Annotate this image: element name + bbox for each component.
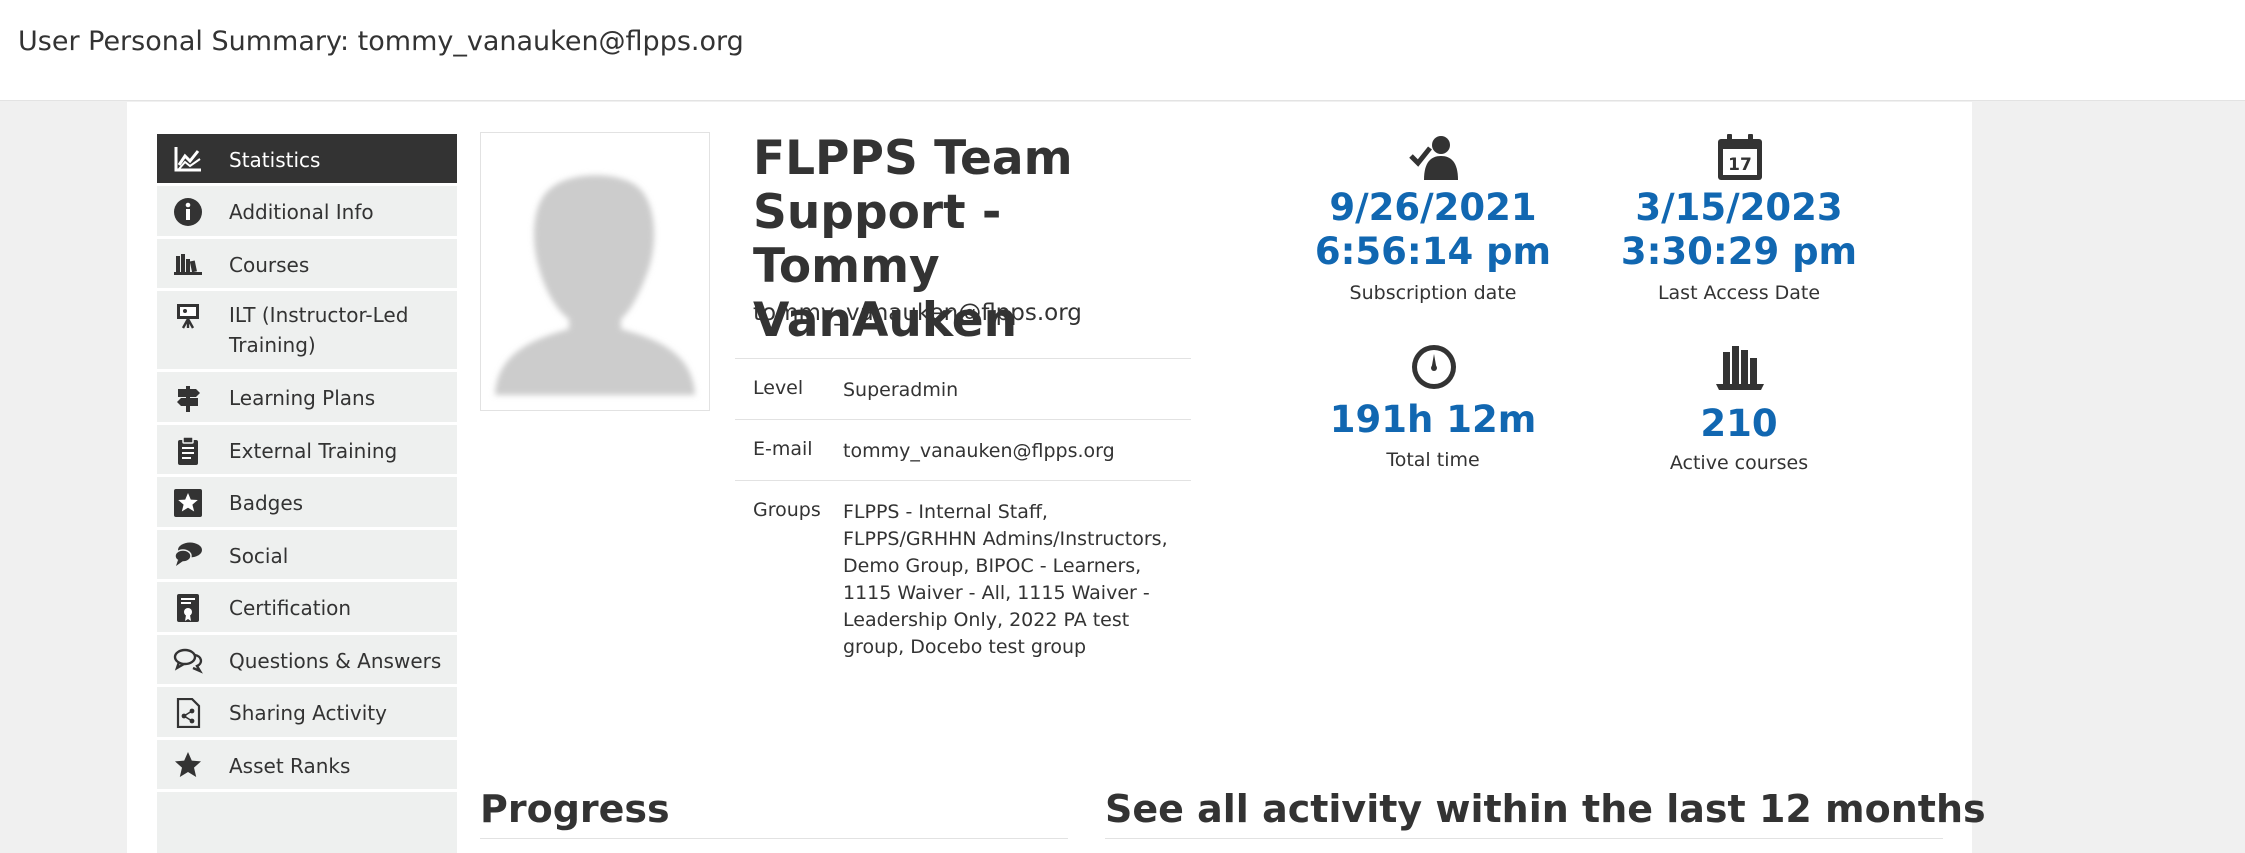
info-key: Level: [753, 377, 804, 399]
sidebar-item-statistics[interactable]: Statistics: [157, 134, 457, 186]
stopwatch-icon: [1409, 342, 1459, 392]
last-access-time-value: 3:30:29 pm: [1620, 230, 1858, 273]
calendar-day: 17: [1728, 155, 1752, 175]
activity-divider: [1105, 838, 1943, 839]
info-key: E-mail: [753, 438, 813, 460]
subscription-date-value: 9/26/2021: [1329, 186, 1537, 229]
sidebar-item-asset-ranks[interactable]: Asset Ranks: [157, 740, 457, 792]
info-key: Groups: [753, 499, 821, 521]
sidebar-item-label: Social: [229, 544, 289, 568]
statistics-chart-icon: [173, 144, 203, 174]
sidebar-item-label: Certification: [229, 596, 352, 620]
sidebar-item-label: External Training: [229, 439, 398, 463]
user-email: tommy_vanauken@flpps.org: [753, 300, 1082, 326]
courses-icon: [173, 249, 203, 279]
sidebar-item-label: Additional Info: [229, 200, 374, 224]
sidebar-item-badges[interactable]: Badges: [157, 477, 457, 530]
clipboard-icon: [173, 436, 203, 466]
progress-divider: [480, 838, 1068, 839]
stat-subscription-date: 9/26/2021 6:56:14 pm Subscription date: [1283, 132, 1583, 312]
info-value: Superadmin: [843, 379, 959, 401]
last-access-date-label: Last Access Date: [1657, 282, 1821, 304]
total-time-label: Total time: [1386, 449, 1480, 471]
speech-bubbles-icon: [173, 645, 203, 675]
top-header: User Personal Summary: tommy_vanauken@fl…: [0, 0, 2245, 101]
info-value: tommy_vanauken@flpps.org: [843, 440, 1115, 462]
stat-active-courses: 210 Active courses: [1589, 342, 1889, 482]
user-check-icon: [1409, 132, 1459, 182]
sidebar-item-ilt[interactable]: ILT (Instructor-Led Training): [157, 291, 457, 372]
chat-bubbles-icon: [173, 540, 203, 570]
sidebar-item-courses[interactable]: Courses: [157, 239, 457, 291]
books-icon: [1715, 342, 1765, 392]
stat-total-time: 191h 12m Total time: [1283, 342, 1583, 482]
star-icon: [173, 750, 203, 780]
avatar: [480, 132, 710, 411]
star-badge-icon: [173, 488, 203, 518]
last-access-date-value: 3/15/2023: [1635, 186, 1843, 229]
total-time-value: 191h 12m: [1329, 398, 1537, 441]
info-value: FLPPS - Internal Staff, FLPPS/GRHHN Admi…: [843, 501, 1168, 658]
share-document-icon: [173, 698, 203, 728]
calendar-icon: 17: [1715, 132, 1765, 182]
info-row-groups: Groups FLPPS - Internal Staff, FLPPS/GRH…: [735, 480, 1191, 658]
sidebar-item-label: ILT (Instructor-Led Training): [229, 303, 409, 357]
sidebar-item-label: Learning Plans: [229, 386, 376, 410]
sidebar-item-label: Statistics: [229, 148, 321, 172]
info-icon: [173, 197, 203, 227]
main-panel: Statistics Additional Info Courses ILT (…: [127, 102, 1986, 853]
sidebar-item-external-training[interactable]: External Training: [157, 425, 457, 477]
subscription-time-value: 6:56:14 pm: [1314, 230, 1552, 273]
certificate-icon: [173, 593, 203, 623]
sidebar-item-sharing-activity[interactable]: Sharing Activity: [157, 687, 457, 740]
activity-section-title: See all activity within the last 12 mont…: [1105, 787, 1986, 831]
presentation-board-icon: [173, 301, 203, 331]
subscription-date-label: Subscription date: [1349, 282, 1517, 304]
stat-last-access-date: 17 3/15/2023 3:30:29 pm Last Access Date: [1589, 132, 1889, 312]
info-row-level: Level Superadmin: [735, 358, 1191, 419]
active-courses-value: 210: [1700, 402, 1778, 445]
sidebar-item-questions-answers[interactable]: Questions & Answers: [157, 635, 457, 687]
page-title: User Personal Summary: tommy_vanauken@fl…: [18, 26, 744, 57]
sidebar-item-label: Courses: [229, 253, 310, 277]
info-row-email: E-mail tommy_vanauken@flpps.org: [735, 419, 1191, 480]
progress-section-title: Progress: [480, 787, 670, 831]
signpost-icon: [173, 383, 203, 413]
sidebar-item-additional-info[interactable]: Additional Info: [157, 186, 457, 239]
sidebar-item-label: Sharing Activity: [229, 701, 387, 725]
sidebar-nav: Statistics Additional Info Courses ILT (…: [157, 134, 457, 853]
sidebar-item-social[interactable]: Social: [157, 530, 457, 582]
active-courses-label: Active courses: [1669, 452, 1809, 474]
sidebar-item-label: Questions & Answers: [229, 649, 442, 673]
sidebar-item-label: Badges: [229, 491, 304, 515]
sidebar-item-certification[interactable]: Certification: [157, 582, 457, 635]
sidebar-item-label: Asset Ranks: [229, 754, 351, 778]
sidebar-item-learning-plans[interactable]: Learning Plans: [157, 372, 457, 425]
